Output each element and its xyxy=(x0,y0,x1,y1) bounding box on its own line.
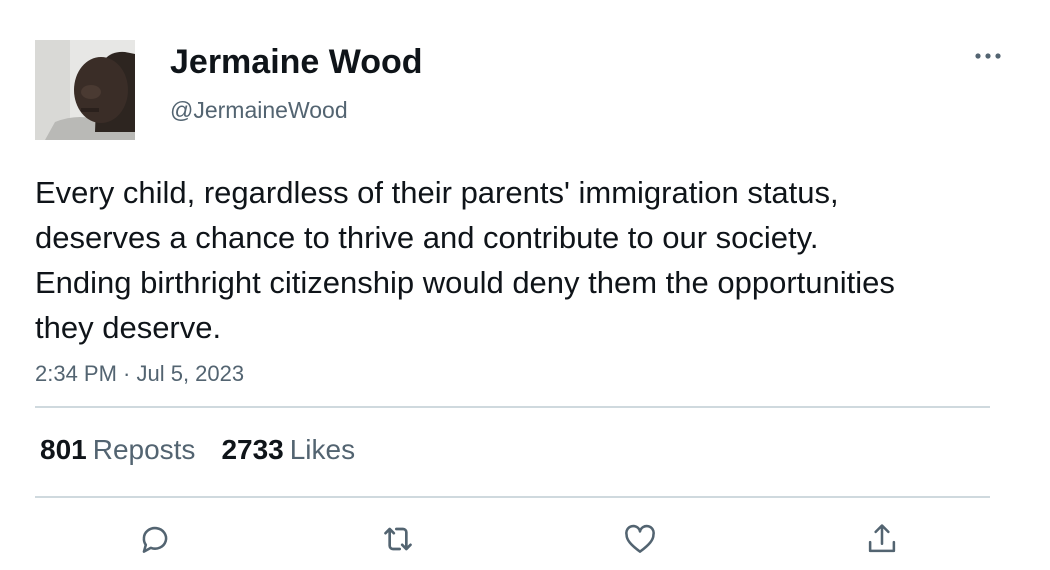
like-button[interactable] xyxy=(616,515,664,563)
author-handle[interactable]: @JermaineWood xyxy=(170,96,348,124)
more-icon xyxy=(975,53,1001,59)
like-icon xyxy=(625,524,655,553)
repost-button[interactable] xyxy=(374,515,422,563)
divider-bottom xyxy=(35,496,990,498)
likes-stat[interactable]: 2733 Likes xyxy=(221,433,355,467)
share-icon xyxy=(868,524,896,553)
engagement-stats: 801 Reposts 2733 Likes xyxy=(40,433,381,467)
likes-count: 2733 xyxy=(221,434,284,465)
share-button[interactable] xyxy=(858,515,906,563)
reposts-stat[interactable]: 801 Reposts xyxy=(40,433,195,467)
repost-icon xyxy=(384,527,412,551)
author-display-name[interactable]: Jermaine Wood xyxy=(170,42,423,82)
divider-top xyxy=(35,406,990,408)
reply-icon xyxy=(142,526,168,553)
more-options-button[interactable] xyxy=(968,40,1008,72)
avatar-image xyxy=(35,40,135,140)
reposts-count: 801 xyxy=(40,434,87,465)
tweet-timestamp[interactable]: 2:34 PM · Jul 5, 2023 xyxy=(35,360,244,388)
reposts-label: Reposts xyxy=(92,434,196,465)
reply-button[interactable] xyxy=(131,515,179,563)
likes-label: Likes xyxy=(289,434,356,465)
tweet-text: Every child, regardless of their parents… xyxy=(35,175,895,345)
avatar[interactable] xyxy=(35,40,135,140)
